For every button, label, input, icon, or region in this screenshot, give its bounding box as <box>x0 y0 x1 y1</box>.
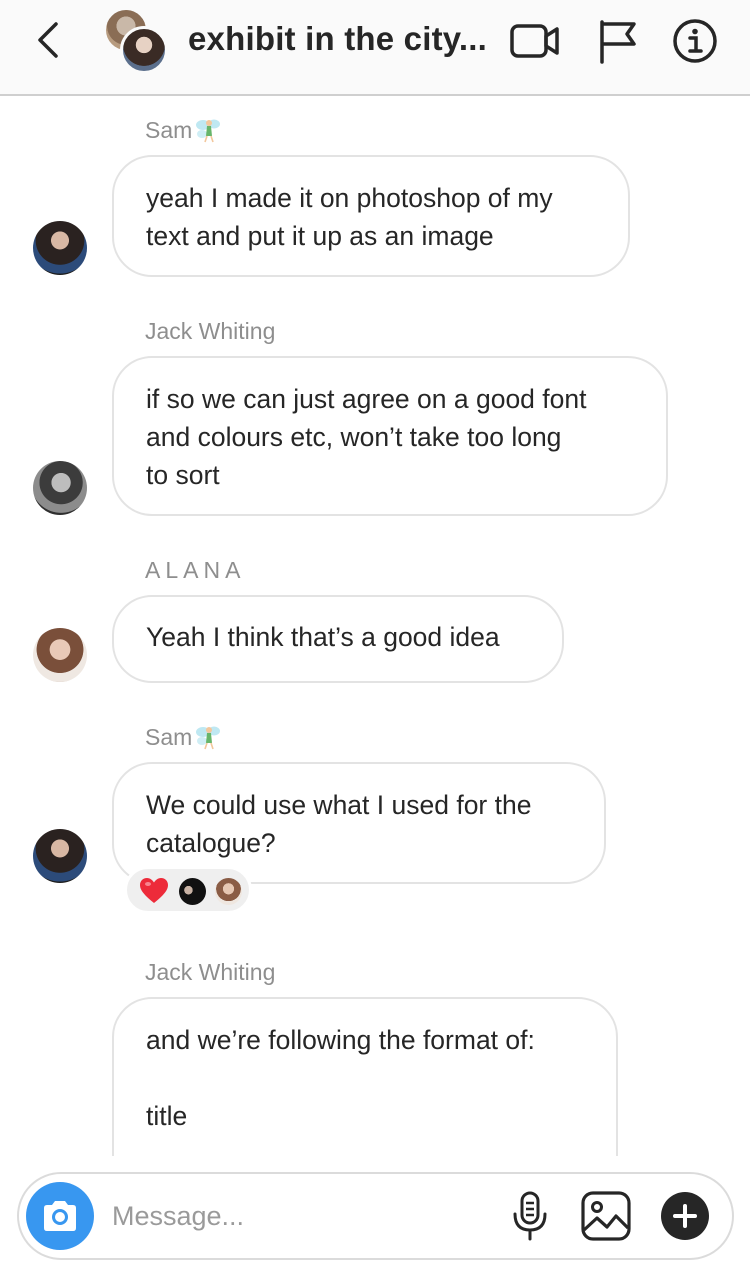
avatar-sam[interactable] <box>33 221 87 275</box>
add-button[interactable] <box>661 1192 709 1240</box>
sender-name: Sam <box>145 723 222 751</box>
sender-name: ALANA <box>145 557 245 584</box>
member-avatar-front <box>120 26 168 74</box>
sender-label: Sam <box>145 724 193 750</box>
fairy-emoji <box>196 119 221 143</box>
message-text: Yeah I think that’s a good idea <box>146 622 500 652</box>
reactor-avatar <box>179 878 206 905</box>
info-icon[interactable] <box>670 18 720 64</box>
gallery-icon[interactable] <box>580 1190 632 1242</box>
fairy-emoji <box>196 726 221 750</box>
video-camera-icon[interactable] <box>510 18 560 64</box>
reactor-avatar <box>215 878 242 905</box>
avatar-jack-whiting[interactable] <box>33 461 87 515</box>
avatar-sam[interactable] <box>33 829 87 883</box>
camera-button[interactable] <box>26 1182 94 1250</box>
message-text: if so we can just agree on a good font a… <box>146 384 587 490</box>
flag-icon[interactable] <box>594 18 644 64</box>
sender-name: Jack Whiting <box>145 959 275 986</box>
avatar-alana[interactable] <box>33 628 87 682</box>
sender-label: Jack Whiting <box>145 318 276 344</box>
sender-name: Sam <box>145 116 222 144</box>
message-text: We could use what I used for the catalog… <box>146 790 532 858</box>
plus-icon <box>673 1204 697 1228</box>
chat-title[interactable]: exhibit in the city... <box>188 20 487 58</box>
microphone-icon[interactable] <box>510 1190 550 1242</box>
reactions-bar[interactable] <box>124 866 252 914</box>
group-avatar[interactable] <box>104 8 170 74</box>
chevron-left-icon[interactable] <box>30 18 70 62</box>
chat-header: exhibit in the city... <box>0 0 750 96</box>
message-bubble[interactable]: if so we can just agree on a good font a… <box>112 356 668 516</box>
message-text: and we’re following the format of: title <box>146 1025 535 1131</box>
heart-reaction <box>140 878 168 903</box>
sender-label: Jack Whiting <box>145 959 276 985</box>
camera-icon <box>44 1201 76 1231</box>
sender-label: Sam <box>145 117 193 143</box>
message-input[interactable] <box>112 1196 482 1236</box>
message-bubble[interactable]: Yeah I think that’s a good idea <box>112 595 564 683</box>
sender-label: ALANA <box>145 557 246 583</box>
sender-name: Jack Whiting <box>145 318 275 345</box>
message-text: yeah I made it on photoshop of my text a… <box>146 183 553 251</box>
message-bubble[interactable]: yeah I made it on photoshop of my text a… <box>112 155 630 277</box>
